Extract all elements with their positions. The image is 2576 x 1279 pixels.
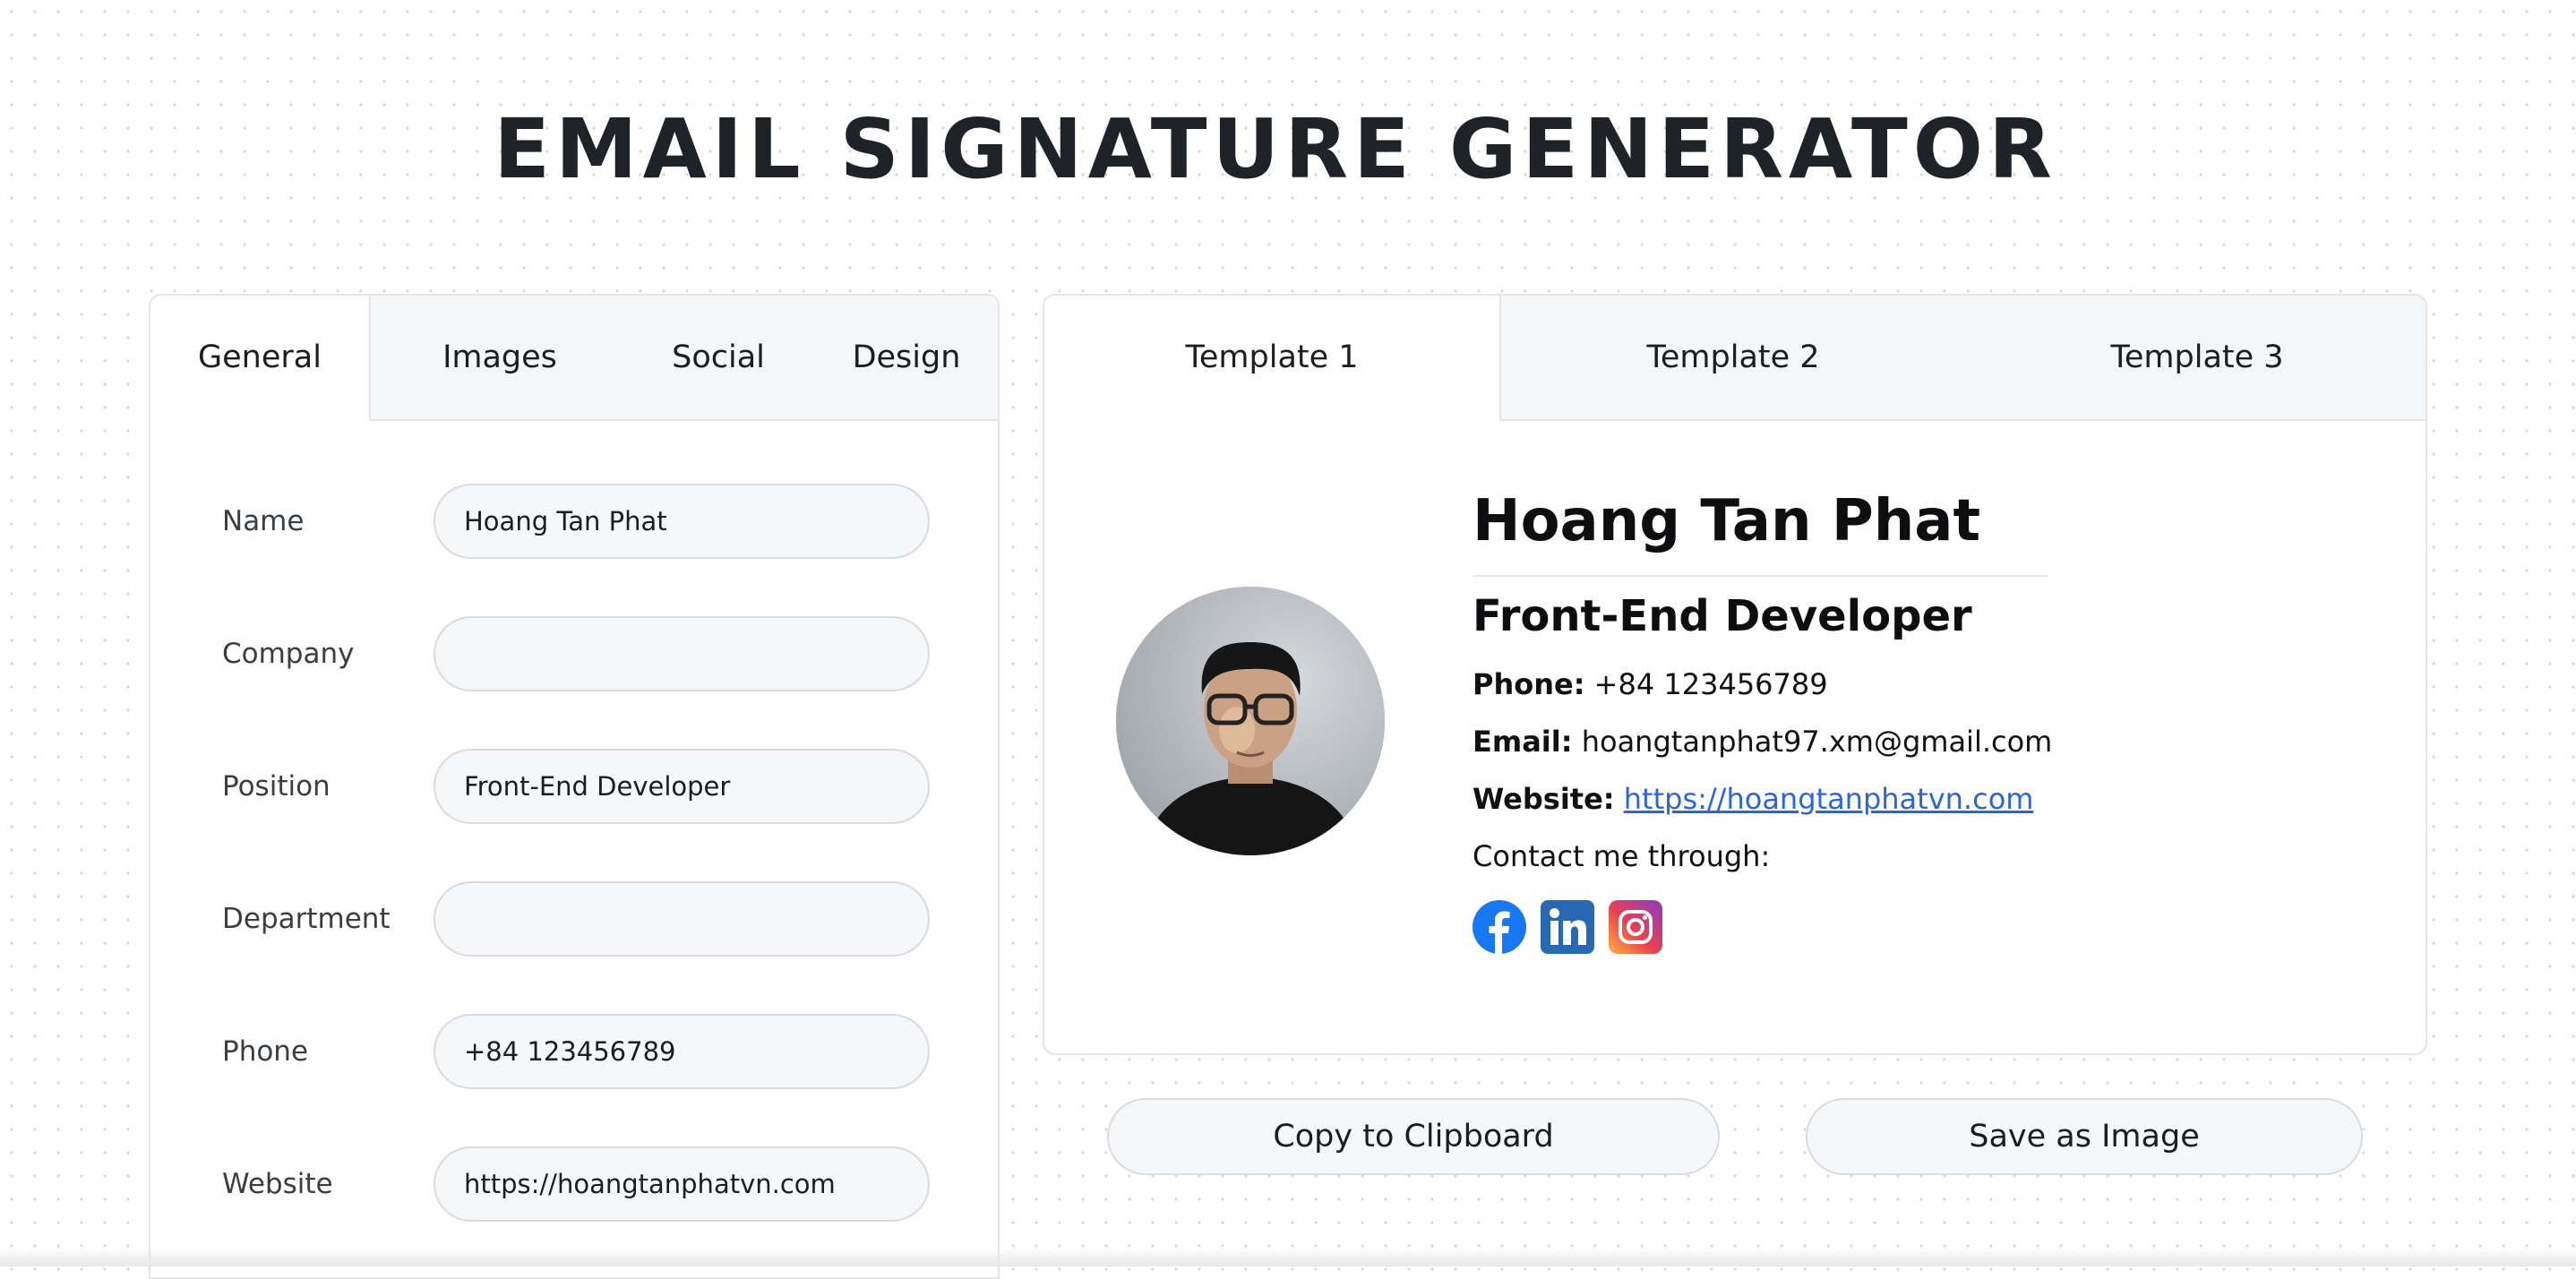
- phone-label: Phone:: [1473, 667, 1585, 701]
- email-label: Email:: [1473, 725, 1573, 759]
- department-input[interactable]: [434, 881, 930, 957]
- signature-divider: [1473, 575, 2048, 577]
- linkedin-icon[interactable]: [1541, 900, 1594, 954]
- form-row-phone: Phone: [150, 1014, 998, 1089]
- website-link[interactable]: https://hoangtanphatvn.com: [1624, 782, 2034, 816]
- avatar: [1116, 587, 1385, 855]
- phone-input[interactable]: [434, 1014, 930, 1089]
- page-title: EMAIL SIGNATURE GENERATOR: [494, 101, 2057, 197]
- form-row-position: Position: [150, 749, 998, 824]
- signature-email: Email: hoangtanphat97.xm@gmail.com: [1473, 725, 2052, 759]
- editor-tabs: General Images Social Design: [150, 296, 998, 421]
- position-input[interactable]: [434, 749, 930, 824]
- template-tabs: Template 1 Template 2 Template 3: [1044, 296, 2426, 421]
- save-as-image-button[interactable]: Save as Image: [1806, 1098, 2363, 1175]
- form-row-company: Company: [150, 616, 998, 691]
- name-input[interactable]: [434, 484, 930, 559]
- tab-template-1[interactable]: Template 1: [1044, 296, 1501, 421]
- preview-panel: Template 1 Template 2 Template 3 Hoang T…: [1043, 294, 2427, 1055]
- company-label: Company: [222, 638, 355, 670]
- copy-to-clipboard-button[interactable]: Copy to Clipboard: [1107, 1098, 1720, 1175]
- form-row-website: Website: [150, 1146, 998, 1222]
- tab-images[interactable]: Images: [410, 296, 589, 419]
- phone-label: Phone: [222, 1035, 309, 1068]
- website-label: Website:: [1473, 782, 1615, 816]
- contact-text: Contact me through:: [1473, 839, 1771, 873]
- tab-template-2[interactable]: Template 2: [1503, 296, 1963, 419]
- company-input[interactable]: [434, 616, 930, 691]
- phone-value: +84 123456789: [1593, 667, 1828, 701]
- signature-position: Front-End Developer: [1473, 591, 1972, 641]
- bottom-shadow: [0, 1247, 2576, 1266]
- signature-name: Hoang Tan Phat: [1473, 488, 1981, 554]
- department-label: Department: [222, 903, 391, 935]
- form-row-department: Department: [150, 881, 998, 957]
- form-row-name: Name: [150, 484, 998, 559]
- tab-general[interactable]: General: [150, 296, 371, 421]
- tab-template-3[interactable]: Template 3: [1967, 296, 2426, 419]
- signature-phone: Phone: +84 123456789: [1473, 667, 1828, 701]
- email-value: hoangtanphat97.xm@gmail.com: [1581, 725, 2053, 759]
- website-label: Website: [222, 1168, 333, 1200]
- website-input[interactable]: [434, 1146, 930, 1222]
- tab-design[interactable]: Design: [817, 296, 996, 419]
- name-label: Name: [222, 505, 305, 537]
- facebook-icon[interactable]: [1473, 900, 1526, 954]
- profile-photo: [1116, 587, 1385, 855]
- tab-social[interactable]: Social: [629, 296, 808, 419]
- instagram-icon[interactable]: [1609, 900, 1662, 954]
- position-label: Position: [222, 770, 331, 803]
- signature-website: Website: https://hoangtanphatvn.com: [1473, 782, 2033, 816]
- editor-panel: General Images Social Design Name Compan…: [149, 294, 1000, 1279]
